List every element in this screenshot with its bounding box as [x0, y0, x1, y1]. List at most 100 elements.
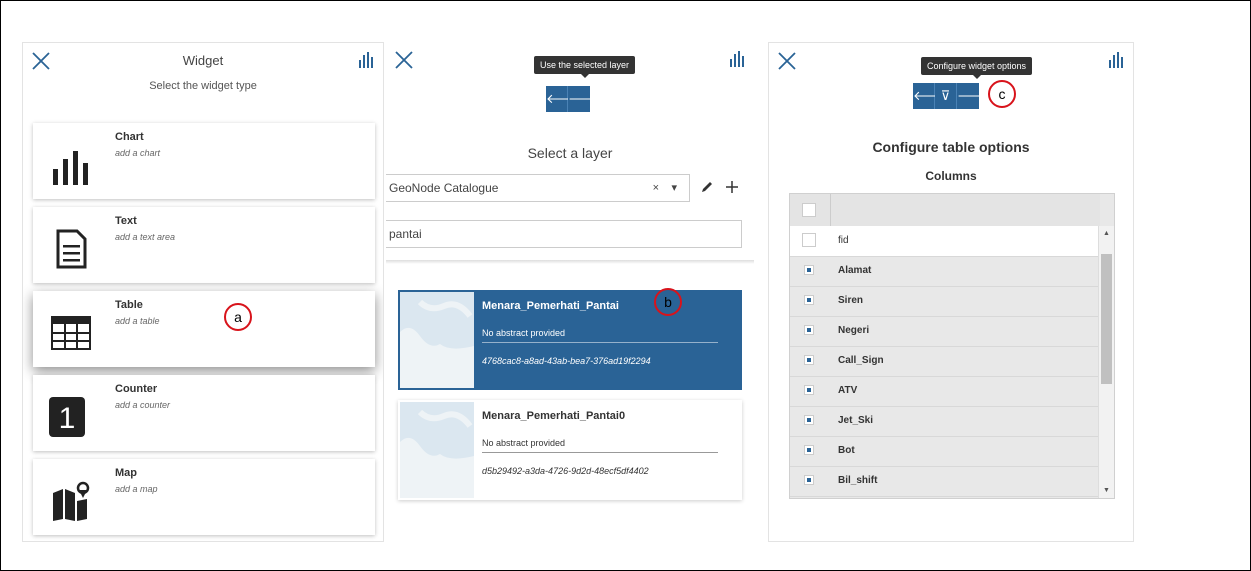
- panel-subtitle: Columns: [925, 169, 977, 183]
- column-name: Bot: [838, 445, 855, 456]
- column-row[interactable]: Bil_shift: [790, 466, 1100, 497]
- tooltip-use-layer: Use the selected layer: [534, 56, 636, 78]
- close-icon[interactable]: [777, 51, 797, 71]
- column-row[interactable]: Siren: [790, 286, 1100, 317]
- layer-card[interactable]: Menara_Pemerhati_Pantai0 No abstract pro…: [398, 400, 742, 500]
- column-name: Alamat: [838, 265, 872, 276]
- table-options-panel: Configure widget options 🡐 ⊽ 🡒 Configure…: [768, 42, 1134, 542]
- nav-button-group: 🡐 ⊽ 🡒: [913, 83, 992, 109]
- column-checkbox[interactable]: [804, 325, 814, 335]
- separator: [482, 342, 718, 343]
- panel-title: Select a layer: [527, 145, 613, 161]
- forward-button[interactable]: 🡒: [957, 83, 992, 109]
- edit-icon[interactable]: [700, 180, 714, 194]
- chart-icon[interactable]: [1107, 51, 1125, 69]
- bar-chart-icon: [53, 151, 88, 185]
- layer-id: d5b29492-a3da-4726-9d2d-48ecf5df4402: [482, 466, 649, 476]
- map-icon: [53, 481, 90, 521]
- column-name: Negeri: [838, 325, 870, 336]
- divider: [386, 260, 754, 264]
- column-row[interactable]: Alamat: [790, 256, 1100, 287]
- widget-card-desc: add a chart: [115, 148, 161, 158]
- widget-card-title: Text: [115, 215, 137, 227]
- column-checkbox[interactable]: [804, 265, 814, 275]
- column-row[interactable]: Bot: [790, 436, 1100, 467]
- nav-button-group: 🡐 🡒: [546, 86, 603, 112]
- catalogue-select[interactable]: GeoNode Catalogue × ▾: [386, 174, 690, 202]
- clear-icon[interactable]: ×: [653, 175, 659, 201]
- column-row[interactable]: ATV: [790, 376, 1100, 407]
- add-icon[interactable]: [724, 179, 740, 195]
- column-name: Bil_shift: [838, 475, 878, 486]
- widget-card-table[interactable]: Table add a table: [33, 291, 375, 367]
- back-button[interactable]: 🡐: [913, 83, 948, 109]
- scrollbar-thumb[interactable]: [1101, 254, 1112, 384]
- widget-card-title: Table: [115, 299, 143, 311]
- back-button[interactable]: 🡐: [546, 86, 581, 112]
- widget-card-chart[interactable]: Chart add a chart: [33, 123, 375, 199]
- column-checkbox[interactable]: [804, 385, 814, 395]
- search-value: pantai: [389, 227, 422, 241]
- column-checkbox[interactable]: [804, 355, 814, 365]
- layer-abstract: No abstract provided: [482, 438, 566, 448]
- widget-type-panel: Widget Select the widget type Chart add …: [22, 42, 384, 542]
- widget-card-desc: add a counter: [115, 400, 171, 410]
- table-icon: [51, 316, 91, 350]
- layer-id: 4768cac8-a8ad-43ab-bea7-376ad19f2294: [482, 356, 651, 366]
- close-icon[interactable]: [394, 50, 414, 70]
- column-checkbox[interactable]: [804, 415, 814, 425]
- column-row[interactable]: fid: [790, 226, 1100, 257]
- caret-down-icon[interactable]: ▾: [671, 175, 677, 201]
- column-row[interactable]: Jet_Ski: [790, 406, 1100, 437]
- separator: [482, 452, 718, 453]
- widget-card-title: Counter: [115, 383, 158, 395]
- tooltip-configure: Configure widget options: [921, 57, 1033, 79]
- header-divider: [830, 194, 831, 226]
- column-row[interactable]: Negeri: [790, 316, 1100, 347]
- layer-search-input[interactable]: pantai: [386, 220, 742, 248]
- layer-abstract: No abstract provided: [482, 328, 566, 338]
- column-name: Call_Sign: [838, 355, 884, 366]
- column-name: Jet_Ski: [838, 415, 874, 426]
- column-checkbox[interactable]: [804, 475, 814, 485]
- callout-b: b: [654, 288, 682, 316]
- select-all-checkbox[interactable]: [802, 203, 816, 217]
- column-checkbox[interactable]: [802, 233, 816, 247]
- widget-card-counter[interactable]: 1 Counter add a counter: [33, 375, 375, 451]
- scroll-up-icon[interactable]: ▲: [1099, 230, 1114, 237]
- widget-card-title: Map: [115, 467, 137, 479]
- panel-title: Configure table options: [872, 139, 1030, 155]
- column-row[interactable]: Call_Sign: [790, 346, 1100, 377]
- panel-title: Widget: [182, 53, 224, 68]
- column-name: Siren: [838, 295, 864, 306]
- callout-a: a: [224, 303, 252, 331]
- document-icon: [56, 229, 87, 269]
- layer-select-panel: Use the selected layer 🡐 🡒 Select a laye…: [386, 42, 754, 542]
- layer-card-selected[interactable]: Menara_Pemerhati_Pantai No abstract prov…: [398, 290, 742, 390]
- map-thumbnail: [400, 292, 474, 388]
- map-thumbnail: [400, 402, 474, 498]
- layer-name: Menara_Pemerhati_Pantai0: [482, 410, 626, 422]
- scroll-down-icon[interactable]: ▼: [1099, 487, 1114, 494]
- widget-card-text[interactable]: Text add a text area: [33, 207, 375, 283]
- columns-grid: fid Alamat Siren Negeri Call_Sign ATV Je…: [789, 193, 1115, 499]
- callout-c: c: [988, 80, 1016, 108]
- widget-card-desc: add a text area: [115, 232, 176, 242]
- forward-button[interactable]: 🡒: [568, 86, 603, 112]
- layer-name: Menara_Pemerhati_Pantai: [482, 300, 619, 312]
- scrollbar[interactable]: ▲ ▼: [1098, 226, 1114, 498]
- grid-header: [790, 194, 1100, 227]
- widget-card-title: Chart: [115, 131, 144, 143]
- column-name: ATV: [838, 385, 858, 396]
- filter-button[interactable]: ⊽: [935, 83, 957, 109]
- widget-card-desc: add a map: [115, 484, 158, 494]
- panel-subtitle: Select the widget type: [149, 80, 257, 92]
- widget-card-desc: add a table: [115, 316, 160, 326]
- catalogue-value: GeoNode Catalogue: [389, 181, 499, 195]
- column-checkbox[interactable]: [804, 295, 814, 305]
- column-name: fid: [838, 235, 849, 246]
- counter-icon: 1: [49, 397, 85, 437]
- widget-card-map[interactable]: Map add a map: [33, 459, 375, 535]
- chart-icon[interactable]: [728, 50, 746, 68]
- column-checkbox[interactable]: [804, 445, 814, 455]
